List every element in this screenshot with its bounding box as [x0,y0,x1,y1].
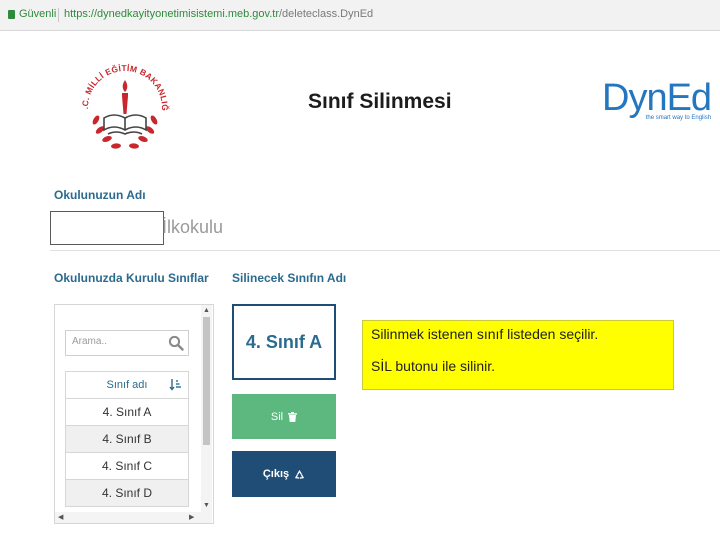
class-table: Sınıf adı 4. Sınıf A 4. Sınıf B 4. Sınıf… [65,371,189,507]
browser-address-bar[interactable]: Güvenli https://dynedkayityonetimisistem… [0,0,720,31]
dyned-logo-wordmark: DynEd [602,77,712,119]
table-row[interactable]: 4. Sınıf B [66,426,188,453]
address-divider [58,8,59,22]
recycle-icon [295,469,305,479]
callout-line-1: Silinmek istenen sınıf listeden seçilir. [371,326,599,342]
exit-button[interactable]: Çıkış [232,451,336,497]
school-name-redaction-box [50,211,164,245]
vertical-scroll-thumb[interactable] [203,317,210,445]
table-row[interactable]: 4. Sınıf C [66,453,188,480]
scroll-down-arrow[interactable]: ▼ [203,502,210,510]
ministry-seal-logo: T.C. MİLLİ EĞİTİM BAKANLIĞI [78,56,171,149]
delete-section-label: Silinecek Sınıfın Adı [232,271,347,285]
search-icon[interactable] [168,335,184,351]
vertical-scrollbar[interactable]: ▲ ▼ [201,305,212,523]
url-text[interactable]: https://dynedkayityonetimisistemi.meb.go… [64,8,373,20]
callout-line-2: SİL butonu ile silinir. [371,358,495,374]
trash-icon [288,411,298,422]
classes-section-label: Okulunuzda Kurulu Sınıflar [54,271,209,285]
lock-icon [8,9,15,19]
instruction-callout: Silinmek istenen sınıf listeden seçilir.… [362,320,674,390]
secure-indicator[interactable]: Güvenli [8,8,56,20]
page-title: Sınıf Silinmesi [308,90,452,113]
sort-icon[interactable] [169,378,182,391]
dyned-logo: DynEd the smart way to English [602,77,712,121]
search-box[interactable] [65,330,189,356]
section-divider [50,250,720,251]
column-header-class-name: Sınıf adı [106,379,148,391]
school-name-value: İlkokulu [162,217,224,237]
selected-class-display: 4. Sınıf A [232,304,336,380]
scroll-left-arrow[interactable]: ◀ [58,514,63,522]
table-row[interactable]: 4. Sınıf D [66,480,188,507]
scroll-right-arrow[interactable]: ▶ [189,514,194,522]
url-path: /deleteclass.DynEd [279,8,374,20]
selected-class-name: 4. Sınıf A [245,331,323,352]
horizontal-scrollbar[interactable]: ◀ ▶ [55,512,201,523]
url-host: https://dynedkayityonetimisistemi.meb.go… [64,8,279,20]
table-row[interactable]: 4. Sınıf A [66,399,188,426]
secure-label: Güvenli [19,8,57,20]
scroll-up-arrow[interactable]: ▲ [203,307,210,315]
school-name-label: Okulunuzun Adı [54,188,146,202]
search-input[interactable] [72,336,167,347]
delete-button-label: Sil [270,410,284,423]
exit-button-label: Çıkış [262,468,290,480]
class-list-panel: Sınıf adı 4. Sınıf A 4. Sınıf B 4. Sınıf… [54,304,214,524]
delete-button[interactable]: Sil [232,394,336,439]
table-header[interactable]: Sınıf adı [66,372,188,399]
